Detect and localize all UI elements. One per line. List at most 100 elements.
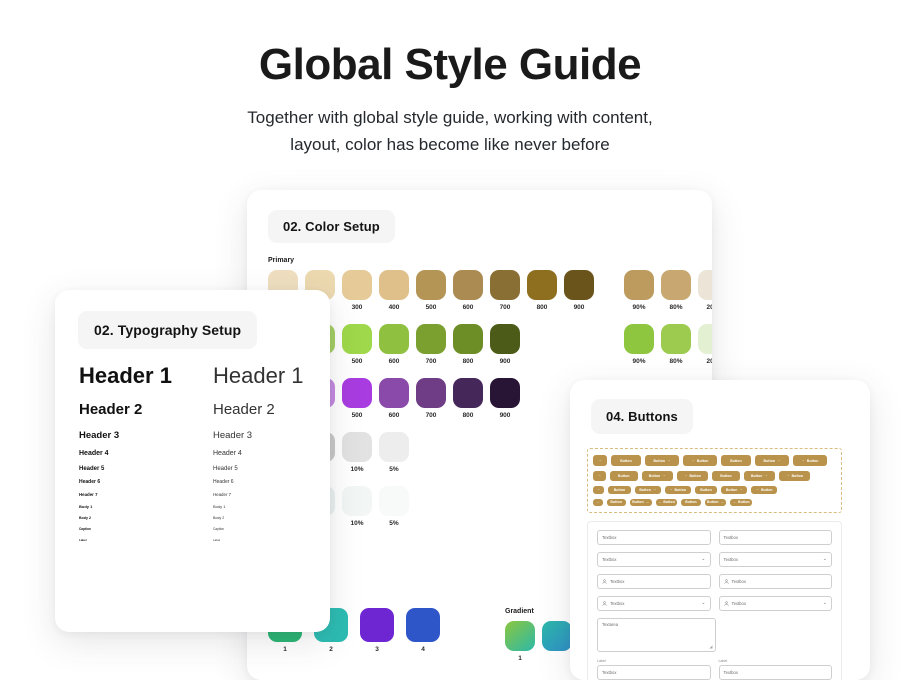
swatch[interactable] (490, 324, 520, 354)
arrow-right-icon: → (739, 488, 742, 491)
select-dropdown[interactable]: Textbox ⌄ (719, 552, 833, 567)
swatch[interactable] (490, 378, 520, 408)
button-label: Button (720, 474, 732, 478)
text-button-leading-icon[interactable]: →Button (793, 455, 827, 466)
swatch-tick: 2 (314, 646, 348, 653)
icon-button[interactable]: → (593, 486, 604, 494)
swatch[interactable] (661, 270, 691, 300)
swatch[interactable] (624, 270, 654, 300)
button-label: Button (689, 474, 701, 478)
swatch[interactable] (698, 270, 712, 300)
select-value: Textbox (732, 601, 820, 606)
swatch[interactable] (453, 270, 483, 300)
swatch[interactable] (564, 270, 594, 300)
swatch[interactable] (379, 378, 409, 408)
swatch[interactable] (453, 378, 483, 408)
textbox-input[interactable]: Textbox (719, 530, 833, 545)
swatch[interactable] (661, 324, 691, 354)
swatch[interactable] (416, 270, 446, 300)
swatch[interactable] (379, 432, 409, 462)
text-button-leading-icon[interactable]: →Button (665, 486, 691, 494)
text-button-leading-icon[interactable]: →Button (730, 499, 752, 506)
button-label: Button (654, 459, 666, 463)
text-button[interactable]: Button (607, 499, 626, 506)
swatch[interactable] (342, 486, 372, 516)
textbox-input[interactable]: Textbox (597, 530, 711, 545)
swatch[interactable] (490, 270, 520, 300)
typography-bold-sample: Header 3 (79, 430, 213, 441)
swatch[interactable] (453, 324, 483, 354)
swatch[interactable] (379, 270, 409, 300)
button-label: Button (620, 459, 632, 463)
gradient-swatch[interactable] (505, 621, 535, 651)
textarea-input[interactable]: Textarea ◢ (597, 618, 716, 652)
text-button-trailing-icon[interactable]: Button→ (630, 499, 652, 506)
color-setup-badge: 02. Color Setup (268, 210, 395, 243)
resize-handle-icon[interactable]: ◢ (709, 644, 712, 649)
text-button[interactable]: Button (611, 455, 641, 466)
swatch-tick: 5% (379, 520, 409, 527)
typography-row: Body 2Body 2 (79, 516, 308, 520)
swatch[interactable] (698, 324, 712, 354)
chevron-down-icon: ⌄ (823, 601, 827, 606)
gradient-swatch[interactable] (542, 621, 572, 651)
icon-button[interactable]: → (593, 471, 606, 481)
typography-row: Header 1Header 1 (79, 363, 308, 389)
arrow-right-icon: → (597, 488, 600, 491)
swatch-tick: 300 (342, 304, 372, 311)
text-button-trailing-icon[interactable]: Button→ (645, 455, 679, 466)
swatch-tick: 500 (416, 304, 446, 311)
text-button-leading-icon[interactable]: →Button (779, 471, 810, 481)
swatch[interactable] (416, 324, 446, 354)
textbox-placeholder: Textbox (602, 535, 706, 540)
swatch[interactable] (342, 270, 372, 300)
swatch[interactable] (342, 378, 372, 408)
select-value: Textbox (724, 557, 820, 562)
field-label: Label (719, 659, 833, 663)
swatch-tick: 5% (379, 466, 409, 473)
swatch[interactable] (624, 324, 654, 354)
text-button[interactable]: Button (712, 471, 740, 481)
text-button-leading-icon[interactable]: →Button (677, 471, 708, 481)
text-button[interactable]: Button (610, 471, 638, 481)
text-button-trailing-icon[interactable]: Button→ (755, 455, 789, 466)
text-button[interactable]: Button (695, 486, 718, 494)
text-button-trailing-icon[interactable]: Button→ (635, 486, 661, 494)
swatch[interactable] (406, 608, 440, 642)
text-button-trailing-icon[interactable]: Button→ (642, 471, 673, 481)
icon-button[interactable]: → (593, 455, 607, 466)
chevron-down-icon: ⌄ (701, 557, 705, 562)
select-with-person-icon[interactable]: Textbox ⌄ (597, 596, 711, 611)
text-button[interactable]: Button (608, 486, 631, 494)
icon-button[interactable]: → (593, 499, 603, 506)
text-button-leading-icon[interactable]: →Button (683, 455, 717, 466)
textbox-with-person-icon[interactable]: Textbox (597, 574, 711, 589)
swatch[interactable] (379, 486, 409, 516)
text-button[interactable]: Button (681, 499, 700, 506)
textbox-input[interactable]: Textbox (719, 665, 833, 680)
swatch[interactable] (342, 432, 372, 462)
typography-bold-sample: Caption (79, 527, 213, 531)
text-button-trailing-icon[interactable]: Button→ (721, 486, 747, 494)
swatch[interactable] (416, 378, 446, 408)
arrow-right-icon: → (598, 474, 601, 477)
swatch[interactable] (342, 324, 372, 354)
text-button-leading-icon[interactable]: →Button (751, 486, 777, 494)
textbox-input[interactable]: Textbox (597, 665, 711, 680)
swatch[interactable] (360, 608, 394, 642)
button-label: Button (707, 500, 719, 504)
text-button[interactable]: Button (721, 455, 751, 466)
swatch[interactable] (379, 324, 409, 354)
swatch-tick: 700 (490, 304, 520, 311)
select-with-person-icon[interactable]: Textbox ⌄ (719, 596, 833, 611)
text-button-trailing-icon[interactable]: Button→ (705, 499, 727, 506)
text-button-leading-icon[interactable]: →Button (656, 499, 678, 506)
textbox-with-person-icon[interactable]: Textbox (719, 574, 833, 589)
select-dropdown[interactable]: Textbox ⌄ (597, 552, 711, 567)
text-button-trailing-icon[interactable]: Button→ (744, 471, 775, 481)
swatch-tick: 800 (453, 412, 483, 419)
typography-regular-sample: Label (213, 538, 220, 542)
typography-setup-badge: 02. Typography Setup (78, 311, 257, 349)
swatch[interactable] (527, 270, 557, 300)
button-label: Button (675, 488, 687, 492)
